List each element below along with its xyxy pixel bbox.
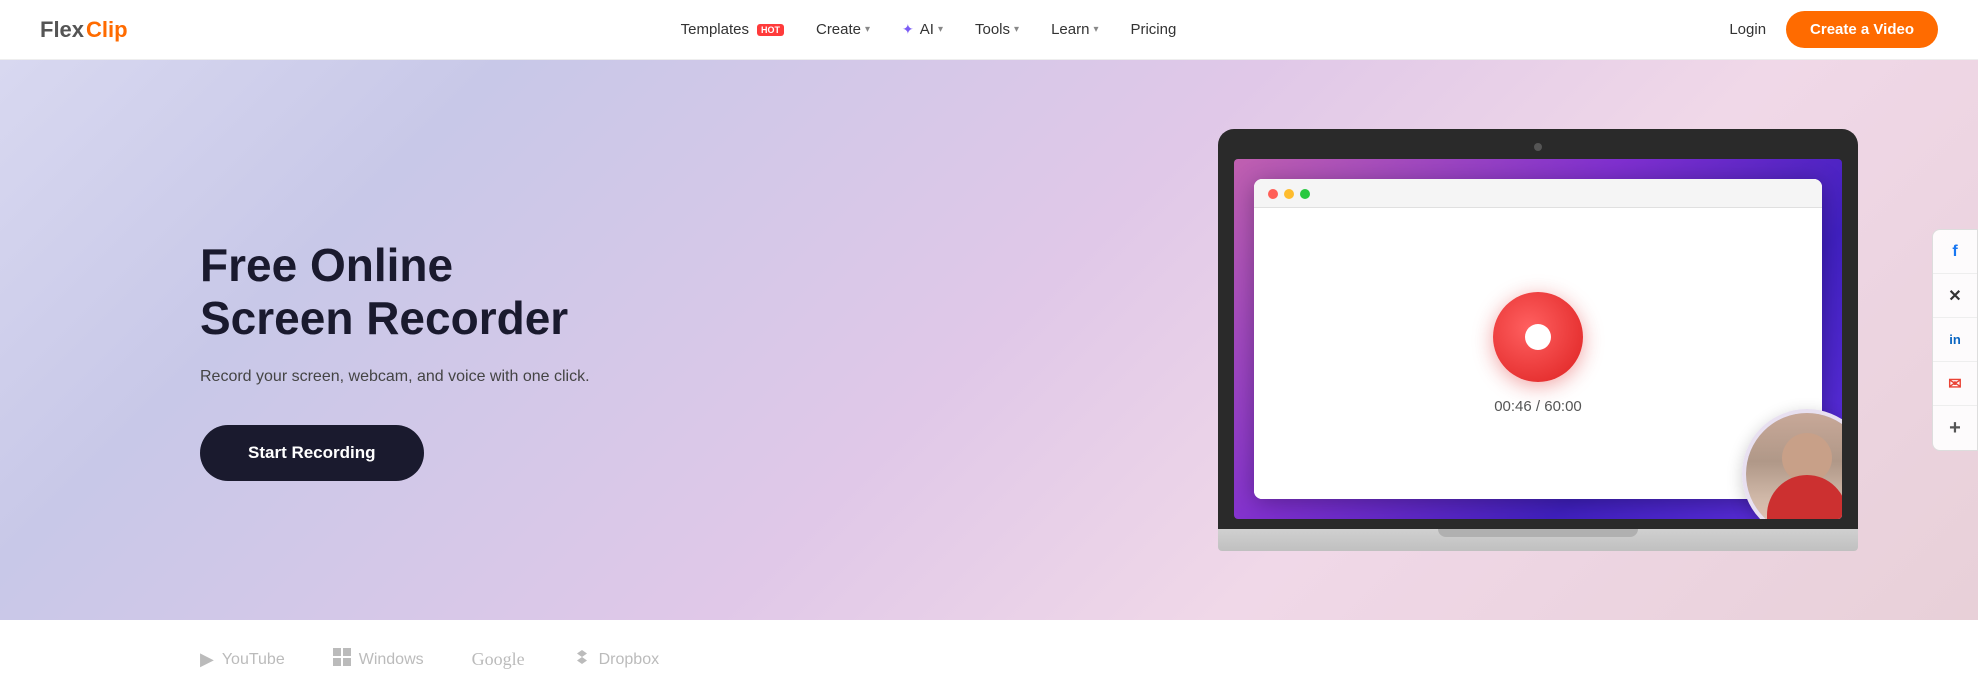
logo-flex: Flex <box>40 17 84 43</box>
laptop-screen-bezel: 00:46 / 60:00 <box>1218 129 1858 529</box>
nav-tools-label: Tools <box>975 21 1010 38</box>
chevron-down-icon: ▾ <box>938 24 943 35</box>
youtube-icon: ▶ <box>200 649 214 670</box>
browser-titlebar <box>1254 179 1822 208</box>
ai-star-icon: ✦ <box>902 21 914 38</box>
browser-window: 00:46 / 60:00 <box>1254 179 1822 499</box>
laptop-outer: 00:46 / 60:00 <box>1218 129 1858 551</box>
google-icon: Google <box>472 649 525 670</box>
email-icon: ✉ <box>1948 374 1961 394</box>
camera-dot <box>1534 143 1542 151</box>
email-share-button[interactable]: ✉ <box>1933 362 1977 406</box>
social-sidebar: f ✕ in ✉ + <box>1932 229 1978 451</box>
start-recording-button[interactable]: Start Recording <box>200 425 424 481</box>
laptop-hinge <box>1438 529 1638 537</box>
record-inner-dot <box>1525 324 1551 350</box>
laptop-illustration: 00:46 / 60:00 <box>1218 129 1858 551</box>
logo[interactable]: FlexClip <box>40 17 128 43</box>
hero-subtitle: Record your screen, webcam, and voice wi… <box>200 365 600 389</box>
close-traffic-dot <box>1268 189 1278 199</box>
nav-right: Login Create a Video <box>1729 11 1938 48</box>
nav-learn[interactable]: Learn ▾ <box>1051 21 1098 38</box>
partner-dropbox: Dropbox <box>573 648 659 671</box>
chevron-down-icon: ▾ <box>1093 24 1098 35</box>
nav-templates-label: Templates <box>681 21 749 38</box>
nav-pricing[interactable]: Pricing <box>1130 21 1176 38</box>
nav-ai-label: AI <box>920 21 934 38</box>
record-timer: 00:46 / 60:00 <box>1494 398 1582 415</box>
partner-youtube-label: YouTube <box>222 651 285 669</box>
nav-templates[interactable]: Templates HOT <box>681 21 784 38</box>
browser-content: 00:46 / 60:00 <box>1254 208 1822 499</box>
linkedin-share-button[interactable]: in <box>1933 318 1977 362</box>
hero-section: Free Online Screen Recorder Record your … <box>0 60 1978 620</box>
plus-icon: + <box>1949 417 1961 440</box>
facebook-share-button[interactable]: f <box>1933 230 1977 274</box>
person-body <box>1767 475 1842 519</box>
partners-bar: ▶ YouTube Windows Google Dropbox <box>0 620 1978 699</box>
dropbox-icon <box>573 648 591 671</box>
nav-learn-label: Learn <box>1051 21 1089 38</box>
linkedin-icon: in <box>1949 332 1961 347</box>
partner-dropbox-label: Dropbox <box>599 651 659 669</box>
laptop-screen-inner: 00:46 / 60:00 <box>1234 159 1842 519</box>
twitter-icon: ✕ <box>1948 286 1961 306</box>
chevron-down-icon: ▾ <box>865 24 870 35</box>
navbar: FlexClip Templates HOT Create ▾ ✦ AI ▾ T… <box>0 0 1978 60</box>
facebook-icon: f <box>1952 243 1957 261</box>
hot-badge: HOT <box>757 24 784 36</box>
nav-tools[interactable]: Tools ▾ <box>975 21 1019 38</box>
maximize-traffic-dot <box>1300 189 1310 199</box>
partner-windows: Windows <box>333 648 424 671</box>
minimize-traffic-dot <box>1284 189 1294 199</box>
logo-clip: Clip <box>86 17 128 43</box>
nav-pricing-label: Pricing <box>1130 21 1176 38</box>
chevron-down-icon: ▾ <box>1014 24 1019 35</box>
partner-youtube: ▶ YouTube <box>200 649 285 670</box>
login-button[interactable]: Login <box>1729 21 1766 38</box>
windows-icon <box>333 648 351 671</box>
nav-create[interactable]: Create ▾ <box>816 21 870 38</box>
hero-content: Free Online Screen Recorder Record your … <box>0 199 600 481</box>
more-share-button[interactable]: + <box>1933 406 1977 450</box>
record-button-icon <box>1493 292 1583 382</box>
partner-google: Google <box>472 649 525 670</box>
nav-ai[interactable]: ✦ AI ▾ <box>902 21 943 38</box>
laptop-base <box>1218 529 1858 551</box>
nav-links: Templates HOT Create ▾ ✦ AI ▾ Tools ▾ Le… <box>681 21 1177 38</box>
partner-windows-label: Windows <box>359 651 424 669</box>
hero-title: Free Online Screen Recorder <box>200 239 600 345</box>
person-avatar <box>1746 413 1842 519</box>
twitter-share-button[interactable]: ✕ <box>1933 274 1977 318</box>
create-video-button[interactable]: Create a Video <box>1786 11 1938 48</box>
nav-create-label: Create <box>816 21 861 38</box>
